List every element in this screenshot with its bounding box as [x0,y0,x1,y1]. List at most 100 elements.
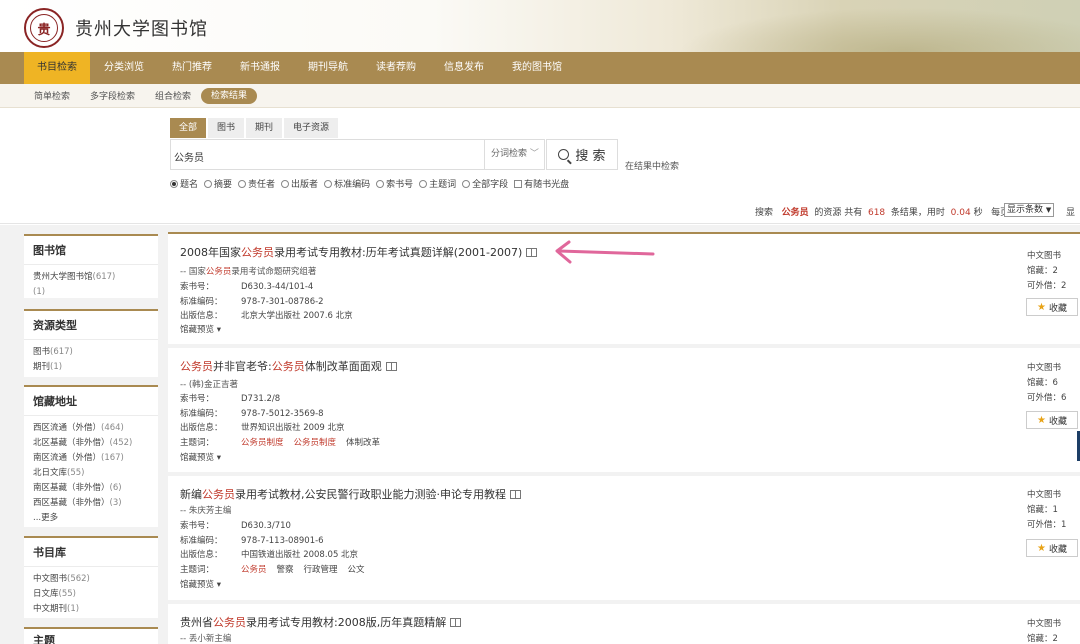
with-cd-checkbox[interactable]: 有随书光盘 [514,177,569,190]
caret-down-icon: ▼ [1045,206,1052,214]
result-pub-info: 出版信息： 中国铁道出版社 2008.05 北京 [180,550,359,560]
book-icon [526,248,538,257]
facet-more-link[interactable]: ...更多 [24,511,158,526]
favorite-button[interactable]: ★ 收藏 [1026,411,1078,429]
result-title-link[interactable]: 贵州省公务员录用考试专用教材:2008版,历年真题精解 [180,614,462,630]
radio-icon [462,179,471,188]
tab-books[interactable]: 图书 [208,118,245,138]
facet-item[interactable]: 南区流通（外借）(167) [24,451,158,466]
field-subject[interactable]: 主题词 [419,177,456,190]
book-icon [510,490,521,499]
result-isbn: 标准编码： 978-7-301-08786-2 [180,297,324,307]
search-field-options: 题名 摘要 责任者 出版者 标准编码 索书号 主题词 全部字段 有随书光盘 [170,177,575,190]
radio-icon [170,179,178,188]
tab-journals[interactable]: 期刊 [246,118,283,138]
subnav-search-results[interactable]: 检索结果 [201,87,258,104]
favorite-button[interactable]: ★ 收藏 [1026,539,1078,557]
facet-item[interactable]: 南区基藏（非外借）(6) [24,481,158,496]
facet-item[interactable]: 北区基藏（非外借）(452) [24,436,158,451]
facet-item[interactable]: 西区基藏（非外借）(3) [24,496,158,511]
site-header: 贵 贵州大学图书馆 [0,0,1080,52]
header-decoration [640,0,1080,52]
facet-item[interactable]: 期刊(1) [24,360,158,375]
facet-resource-type: 资源类型 图书(617) 期刊(1) [24,309,158,377]
nav-my-library[interactable]: 我的图书馆 [498,52,576,84]
site-title[interactable]: 贵州大学图书馆 [75,15,208,41]
search-button[interactable]: 搜 索 [546,139,618,170]
subnav-multi-field-search[interactable]: 多字段检索 [80,89,145,102]
result-holdings-info: 中文图书 馆藏：6 可外借：6 [1027,363,1067,403]
result-author: -- 丢小新主编 [180,634,232,644]
field-call-number[interactable]: 索书号 [376,177,413,190]
search-tabs: 全部 图书 期刊 电子资源 [170,118,340,138]
chevron-down-icon: ﹀ [529,149,539,159]
result-author: -- (韩)金正吉著 [180,380,238,390]
facet-item[interactable]: 西区流通（外借）(464) [24,421,158,436]
nav-catalog-search[interactable]: 书目检索 [24,52,90,84]
field-abstract[interactable]: 摘要 [204,177,232,190]
book-icon [385,362,397,371]
subnav-combined-search[interactable]: 组合检索 [145,89,201,102]
facet-item[interactable]: 日文库(55) [24,587,158,602]
search-input-value: 公务员 [174,153,204,164]
result-title-link[interactable]: 2008年国家公务员录用考试专用教材:历年考试真题详解(2001-2007) [180,244,538,260]
holdings-preview-toggle[interactable]: 馆藏预览 ▾ [180,451,221,463]
result-pub-info: 出版信息： 北京大学出版社 2007.6 北京 [180,311,353,321]
nav-new-books[interactable]: 新书通报 [226,52,294,84]
facet-item[interactable]: 北日文库(55) [24,466,158,481]
result-pub-info: 出版信息： 世界知识出版社 2009 北京 [180,423,345,433]
holdings-preview-toggle[interactable]: 馆藏预览 ▾ [180,578,221,590]
result-isbn: 标准编码： 978-7-5012-3569-8 [180,409,324,419]
per-page-select[interactable]: 显示条数 ▼ [1004,203,1054,217]
facet-heading: 书目库 [24,538,158,567]
facet-item[interactable]: 图书(617) [24,345,158,360]
search-input[interactable]: 公务员 分词检索 ﹀ [170,139,545,170]
sub-nav: 简单检索 多字段检索 组合检索 检索结果 [0,84,1080,108]
search-within-results-link[interactable]: 在结果中检索 [625,159,679,172]
result-call-number: 索书号： D630.3/710 [180,521,291,531]
radio-icon [204,179,213,188]
result-title-link[interactable]: 新编公务员录用考试教材,公安民警行政职业能力测验·申论专用教程 [180,486,521,502]
favorite-button[interactable]: ★ 收藏 [1026,298,1078,316]
result-holdings-info: 中文图书 馆藏：2 [1027,619,1062,644]
subnav-simple-search[interactable]: 简单检索 [24,89,80,102]
result-holdings-info: 中文图书 馆藏：2 可外借：2 [1027,251,1067,291]
facet-catalog: 书目库 中文图书(562) 日文库(55) 中文期刊(1) [24,536,158,618]
facet-heading: 主题 [24,629,158,644]
facet-item[interactable]: 中文期刊(1) [24,602,158,617]
result-title-link[interactable]: 公务员并非官老爷:公务员体制改革面面观 [180,358,397,374]
star-icon: ★ [1037,414,1046,426]
nav-reader-purchase[interactable]: 读者荐购 [362,52,430,84]
field-author[interactable]: 责任者 [238,177,275,190]
result-isbn: 标准编码： 978-7-113-08901-6 [180,536,324,546]
per-page-label-cut: 显 [1066,208,1076,218]
radio-icon [281,179,290,188]
checkbox-icon [514,179,523,188]
radio-icon [324,179,333,188]
facet-item[interactable]: 中文图书(562) [24,572,158,587]
facet-item[interactable]: 贵州大学图书馆(617) [24,270,158,285]
radio-icon [419,179,428,188]
main-nav: 书目检索 分类浏览 热门推荐 新书通报 期刊导航 读者荐购 信息发布 我的图书馆 [0,52,1080,84]
field-title[interactable]: 题名 [170,177,198,190]
result-author: -- 国家公务员录用考试命题研究组著 [180,267,317,277]
tab-e-resources[interactable]: 电子资源 [284,118,339,138]
holdings-preview-toggle[interactable]: 馆藏预览 ▾ [180,323,221,335]
facet-item[interactable]: (1) [24,285,158,300]
facet-heading: 资源类型 [24,311,158,340]
university-logo-icon[interactable]: 贵 [24,8,64,48]
nav-hot-recommend[interactable]: 热门推荐 [158,52,226,84]
result-author: -- 朱庆芳主编 [180,506,232,516]
field-isbn[interactable]: 标准编码 [324,177,370,190]
field-publisher[interactable]: 出版者 [281,177,318,190]
search-mode-select[interactable]: 分词检索 ﹀ [484,140,544,169]
facet-library: 图书馆 贵州大学图书馆(617) (1) [24,234,158,298]
radio-icon [238,179,247,188]
nav-info-release[interactable]: 信息发布 [430,52,498,84]
nav-journals[interactable]: 期刊导航 [294,52,362,84]
search-icon [558,149,570,160]
tab-all[interactable]: 全部 [170,118,207,138]
field-all[interactable]: 全部字段 [462,177,508,190]
nav-category-browse[interactable]: 分类浏览 [90,52,158,84]
facet-location: 馆藏地址 西区流通（外借）(464) 北区基藏（非外借）(452) 南区流通（外… [24,385,158,527]
